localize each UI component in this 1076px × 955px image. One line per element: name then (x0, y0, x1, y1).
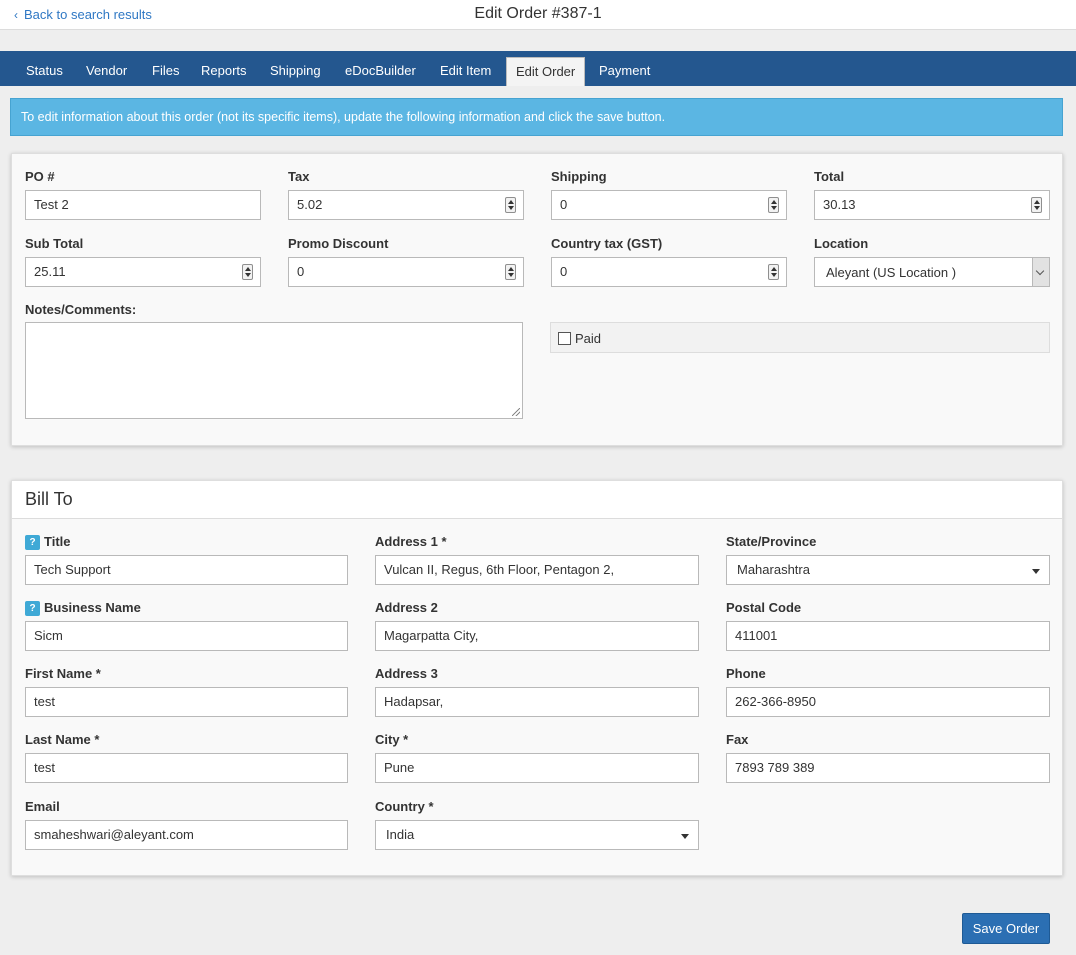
shipping-input[interactable]: 0 (551, 190, 787, 220)
state-select[interactable]: Maharashtra (726, 555, 1050, 585)
location-select[interactable]: Aleyant (US Location ) (814, 257, 1050, 287)
fax-input[interactable]: 7893 789 389 (726, 753, 1050, 783)
location-value: Aleyant (US Location ) (826, 265, 957, 280)
postal-code-input[interactable]: 411001 (726, 621, 1050, 651)
paid-label[interactable]: Paid (575, 331, 601, 346)
resize-grip-icon[interactable] (512, 408, 520, 416)
tab-files[interactable]: Files (152, 63, 179, 78)
tab-edit-item[interactable]: Edit Item (440, 63, 491, 78)
paid-checkbox[interactable] (558, 332, 571, 345)
shipping-value: 0 (560, 197, 568, 212)
notes-textarea[interactable] (25, 322, 523, 419)
state-value: Maharashtra (737, 562, 810, 577)
address1-input[interactable]: Vulcan II, Regus, 6th Floor, Pentagon 2, (375, 555, 699, 585)
total-value: 30.13 (823, 197, 856, 212)
business-name-input[interactable]: Sicm (25, 621, 348, 651)
phone-label: Phone (726, 666, 766, 681)
address1-label: Address 1 * (375, 534, 447, 549)
city-input[interactable]: Pune (375, 753, 699, 783)
top-bar: ‹ Back to search results Edit Order #387-… (0, 0, 1076, 30)
country-select[interactable]: India (375, 820, 699, 850)
address2-label: Address 2 (375, 600, 438, 615)
first-name-input[interactable]: test (25, 687, 348, 717)
tab-status[interactable]: Status (26, 63, 63, 78)
caret-down-icon[interactable] (1032, 569, 1040, 574)
order-details-card: PO # Test 2 Tax 5.02 Shipping 0 Total 30… (11, 153, 1063, 446)
title-label: ? Title (25, 534, 71, 550)
promo-discount-value: 0 (297, 264, 305, 279)
tab-shipping[interactable]: Shipping (270, 63, 321, 78)
promo-discount-label: Promo Discount (288, 236, 389, 251)
address2-input[interactable]: Magarpatta City, (375, 621, 699, 651)
location-label: Location (814, 236, 869, 251)
save-order-button[interactable]: Save Order (962, 913, 1050, 944)
bill-to-header: Bill To (12, 481, 1062, 519)
bill-to-heading: Bill To (25, 489, 73, 509)
total-input[interactable]: 30.13 (814, 190, 1050, 220)
country-value: India (386, 827, 415, 842)
tab-vendor[interactable]: Vendor (86, 63, 127, 78)
tab-edit-order[interactable]: Edit Order (506, 57, 586, 86)
tab-bar: Status Vendor Files Reports Shipping eDo… (0, 51, 1076, 86)
subtotal-input[interactable]: 25.11 (25, 257, 261, 287)
fax-label: Fax (726, 732, 749, 747)
info-banner: To edit information about this order (no… (10, 98, 1063, 136)
first-name-label: First Name * (25, 666, 101, 681)
subtotal-label: Sub Total (25, 236, 84, 251)
state-label: State/Province (726, 534, 817, 549)
chevron-down-icon[interactable] (1032, 258, 1049, 286)
address3-label: Address 3 (375, 666, 438, 681)
total-label: Total (814, 169, 845, 184)
postal-code-label: Postal Code (726, 600, 802, 615)
po-label: PO # (25, 169, 55, 184)
business-name-label: ? Business Name (25, 600, 141, 616)
tab-reports[interactable]: Reports (201, 63, 247, 78)
promo-discount-input[interactable]: 0 (288, 257, 524, 287)
help-icon[interactable]: ? (25, 601, 40, 616)
country-tax-input[interactable]: 0 (551, 257, 787, 287)
spinner-icon[interactable] (1031, 197, 1042, 213)
caret-down-icon[interactable] (681, 834, 689, 839)
shipping-label: Shipping (551, 169, 607, 184)
city-label: City * (375, 732, 409, 747)
email-input[interactable]: smaheshwari@aleyant.com (25, 820, 348, 850)
email-label: Email (25, 799, 60, 814)
address3-input[interactable]: Hadapsar, (375, 687, 699, 717)
country-label: Country * (375, 799, 434, 814)
title-input[interactable]: Tech Support (25, 555, 348, 585)
tax-value: 5.02 (297, 197, 323, 212)
title-label-text: Title (44, 534, 71, 549)
help-icon[interactable]: ? (25, 535, 40, 550)
spinner-icon[interactable] (768, 197, 779, 213)
po-input[interactable]: Test 2 (25, 190, 261, 220)
spinner-icon[interactable] (505, 197, 516, 213)
page-title: Edit Order #387-1 (474, 5, 602, 22)
notes-label: Notes/Comments: (25, 302, 137, 317)
tab-edocbuilder[interactable]: eDocBuilder (345, 63, 416, 78)
country-tax-value: 0 (560, 264, 568, 279)
last-name-label: Last Name * (25, 732, 100, 747)
spinner-icon[interactable] (242, 264, 253, 280)
last-name-input[interactable]: test (25, 753, 348, 783)
spinner-icon[interactable] (768, 264, 779, 280)
tax-input[interactable]: 5.02 (288, 190, 524, 220)
paid-checkbox-row: Paid (550, 322, 1050, 353)
bill-to-card: Bill To ? Title Tech Support ? Business Na… (11, 480, 1063, 876)
phone-input[interactable]: 262-366-8950 (726, 687, 1050, 717)
subtotal-value: 25.11 (34, 264, 66, 279)
country-tax-label: Country tax (GST) (551, 236, 663, 251)
tax-label: Tax (288, 169, 310, 184)
spinner-icon[interactable] (505, 264, 516, 280)
business-name-label-text: Business Name (44, 600, 141, 615)
tab-payment[interactable]: Payment (599, 63, 650, 78)
